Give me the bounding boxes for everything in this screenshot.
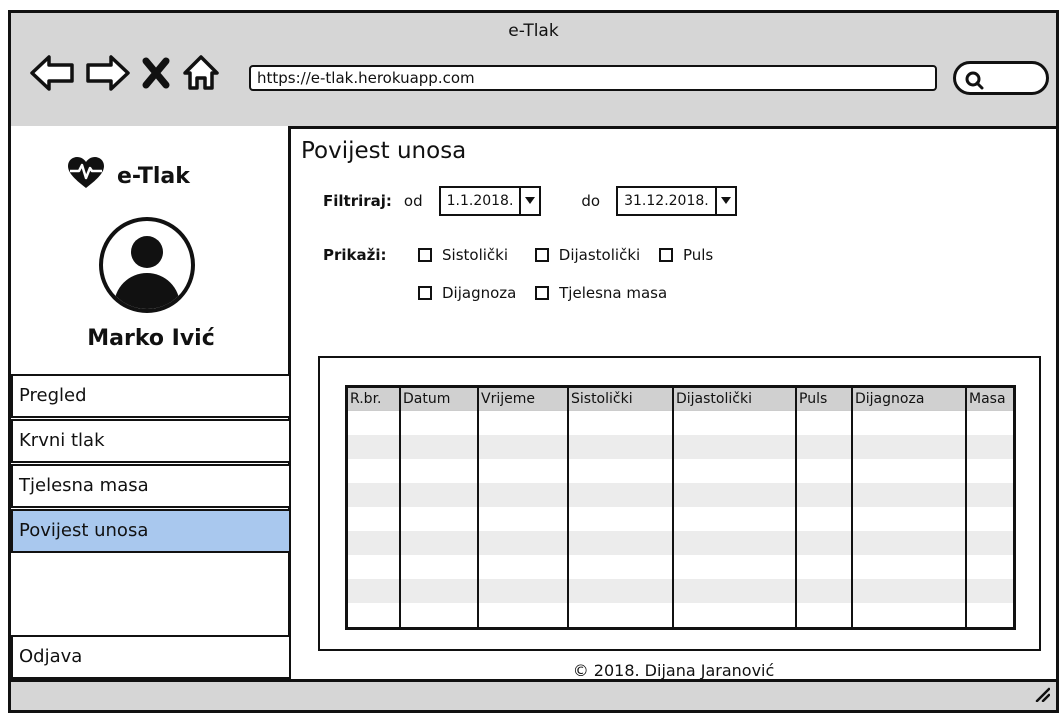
table-header-row: R.br. Datum Vrijeme Sistolički Dijastoli… [346, 386, 1015, 411]
checkbox-icon[interactable] [534, 248, 549, 262]
col-rbr[interactable]: R.br. [346, 386, 400, 411]
col-vrijeme[interactable]: Vrijeme [477, 386, 568, 411]
url-input[interactable]: https://e-tlak.herokuapp.com [249, 65, 937, 91]
app-logo[interactable]: e-Tlak [67, 156, 190, 196]
table-row [346, 483, 1015, 507]
checkbox-dijastolicki[interactable]: Dijastolički [534, 246, 640, 264]
filter-row: Filtriraj: od 1.1.2018. do 31.12.2018. [323, 186, 737, 216]
table-row [347, 410, 1015, 435]
from-label: od [403, 192, 423, 210]
col-masa[interactable]: Masa [965, 386, 1015, 411]
forward-arrow-icon[interactable] [85, 53, 131, 93]
table-row [347, 603, 1015, 629]
checkbox-icon[interactable] [418, 248, 432, 262]
table-row [346, 435, 1015, 459]
show-label: Prikaži: [323, 246, 387, 264]
to-label: do [581, 192, 601, 210]
col-puls[interactable]: Puls [795, 386, 852, 411]
user-name: Marko Ivić [87, 326, 215, 351]
checkbox-puls[interactable]: Puls [658, 246, 713, 264]
show-options: Prikaži: Sistolički Dijastolički Puls Di… [323, 246, 713, 302]
table-row [347, 459, 1015, 483]
checkbox-dijagnoza[interactable]: Dijagnoza [418, 284, 516, 302]
heart-pulse-icon [67, 156, 105, 196]
browser-window: e-Tlak https://e-tlak.herokuapp.com e-Tl… [8, 10, 1059, 713]
checkbox-tjelesna-masa[interactable]: Tjelesna masa [535, 284, 667, 302]
filter-label: Filtriraj: [323, 192, 392, 210]
chevron-down-icon[interactable] [519, 188, 539, 214]
search-icon [964, 70, 984, 94]
col-sistolicki[interactable]: Sistolički [567, 386, 673, 411]
table-row [347, 555, 1015, 579]
from-date-value: 1.1.2018. [446, 193, 514, 209]
table-row [347, 507, 1015, 531]
logout-button[interactable]: Odjava [11, 635, 291, 679]
home-icon[interactable] [181, 53, 221, 93]
back-arrow-icon[interactable] [29, 53, 75, 93]
table-row [346, 531, 1015, 555]
browser-chrome: e-Tlak https://e-tlak.herokuapp.com [11, 13, 1056, 129]
close-x-icon[interactable] [141, 56, 171, 90]
sidebar-item-krvni-tlak[interactable]: Krvni tlak [11, 419, 291, 463]
chevron-down-icon[interactable] [714, 188, 735, 214]
sidebar-menu: Pregled Krvni tlak Tjelesna masa Povijes… [11, 374, 291, 554]
sidebar-item-tjelesna-masa[interactable]: Tjelesna masa [11, 464, 291, 508]
sidebar-item-povijest-unosa[interactable]: Povijest unosa [11, 509, 291, 553]
app-name: e-Tlak [117, 163, 190, 189]
window-title: e-Tlak [508, 21, 559, 41]
table-row [346, 579, 1015, 603]
nav-controls [29, 53, 221, 93]
user-avatar-icon [99, 217, 195, 313]
col-dijastolicki[interactable]: Dijastolički [672, 386, 796, 411]
to-date-value: 31.12.2018. [624, 193, 709, 209]
table-container: R.br. Datum Vrijeme Sistolički Dijastoli… [318, 356, 1041, 651]
checkbox-icon[interactable] [535, 286, 550, 300]
from-date-select[interactable]: 1.1.2018. [438, 186, 542, 216]
page-title: Povijest unosa [301, 138, 467, 164]
checkbox-icon[interactable] [418, 286, 432, 300]
resize-grip-icon[interactable] [1034, 686, 1051, 706]
sidebar: e-Tlak Marko Ivić Pregled Krvni tlak Tje… [11, 126, 291, 682]
checkbox-icon[interactable] [658, 248, 673, 262]
footer-copyright: © 2018. Dijana Jaranović [572, 661, 775, 680]
checkbox-sistolicki[interactable]: Sistolički [418, 246, 508, 264]
col-dijagnoza[interactable]: Dijagnoza [851, 386, 966, 411]
history-table: R.br. Datum Vrijeme Sistolički Dijastoli… [345, 385, 1016, 630]
to-date-select[interactable]: 31.12.2018. [616, 186, 737, 216]
sidebar-item-pregled[interactable]: Pregled [11, 374, 291, 418]
col-datum[interactable]: Datum [399, 386, 478, 411]
status-bar [11, 679, 1056, 710]
browser-search-button[interactable] [953, 61, 1049, 95]
main-content: Povijest unosa Filtriraj: od 1.1.2018. d… [291, 126, 1056, 682]
